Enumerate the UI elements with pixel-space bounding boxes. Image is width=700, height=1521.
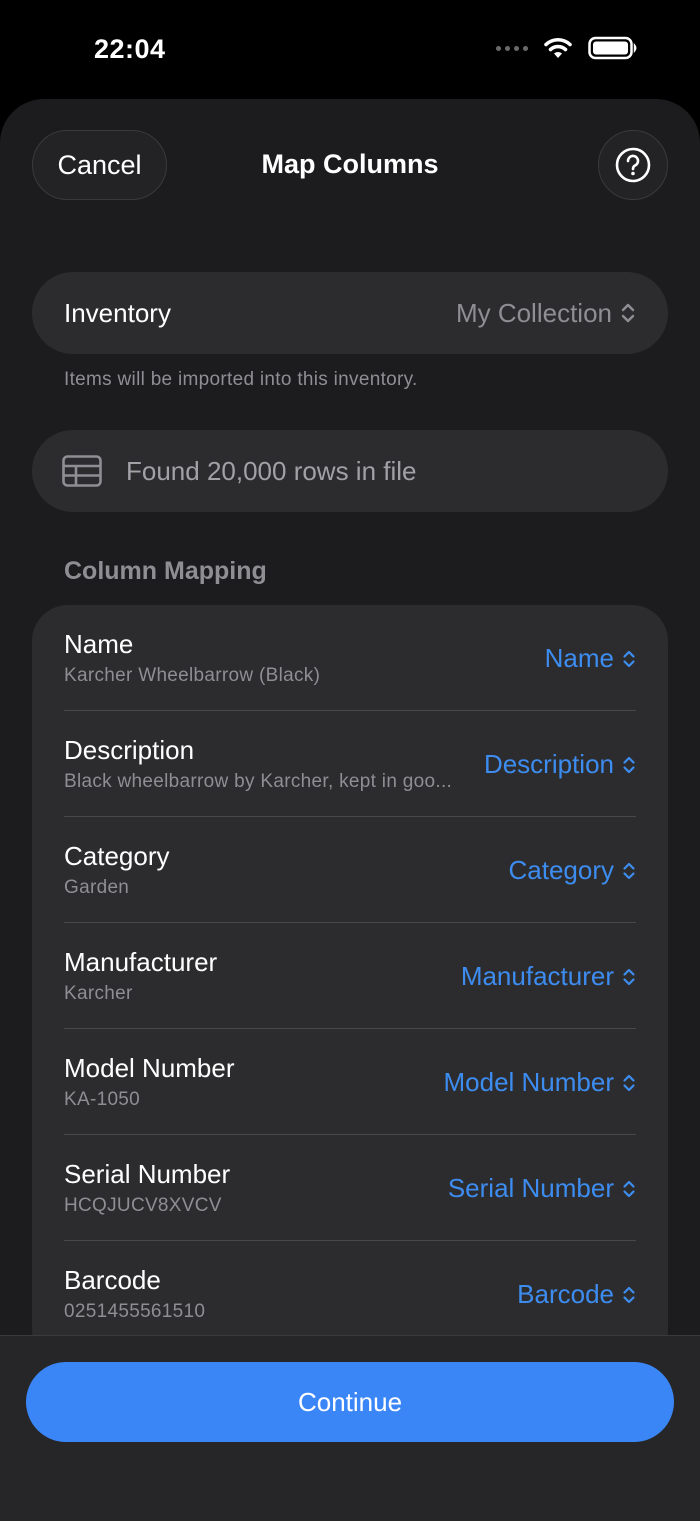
question-circle-icon xyxy=(615,147,651,183)
mapping-row-name[interactable]: Name Karcher Wheelbarrow (Black) Name xyxy=(64,605,636,711)
column-picker-value: Model Number xyxy=(443,1067,614,1097)
page-title: Map Columns xyxy=(261,149,439,179)
field-label: Name xyxy=(64,629,134,659)
mapping-row-category[interactable]: Category Garden Category xyxy=(64,817,636,923)
mapping-row-serial-number[interactable]: Serial Number HCQJUCV8XVCV Serial Number xyxy=(64,1135,636,1241)
inventory-value: My Collection xyxy=(455,297,612,328)
field-label: Description xyxy=(64,735,195,765)
inventory-footer-note: Items will be imported into this invento… xyxy=(64,369,418,390)
field-sample-value: Karcher Wheelbarrow (Black) xyxy=(64,665,321,686)
chevron-up-down-icon xyxy=(623,1074,635,1091)
table-icon xyxy=(62,455,102,487)
column-picker[interactable]: Description xyxy=(484,749,636,780)
field-sample-value: Garden xyxy=(64,877,130,898)
column-picker-value: Name xyxy=(544,643,614,673)
column-picker-value: Barcode xyxy=(517,1279,614,1309)
column-mapping-list: Name Karcher Wheelbarrow (Black) Name De… xyxy=(32,605,668,1365)
mapping-row-model-number[interactable]: Model Number KA-1050 Model Number xyxy=(64,1029,636,1135)
column-picker[interactable]: Manufacturer xyxy=(461,961,636,992)
chevron-up-down-icon xyxy=(623,1286,635,1303)
chevron-up-down-icon xyxy=(623,968,635,985)
field-label: Barcode xyxy=(64,1265,161,1295)
field-label: Category xyxy=(64,841,170,871)
status-time: 22:04 xyxy=(94,34,166,64)
field-sample-value: 0251455561510 xyxy=(64,1301,206,1322)
chevron-up-down-icon xyxy=(623,862,635,879)
mapping-row-manufacturer[interactable]: Manufacturer Karcher Manufacturer xyxy=(64,923,636,1029)
field-label: Manufacturer xyxy=(64,947,218,977)
continue-button[interactable]: Continue xyxy=(26,1362,674,1442)
file-rows-info: Found 20,000 rows in file xyxy=(32,430,668,512)
column-mapping-header: Column Mapping xyxy=(64,557,267,585)
column-picker[interactable]: Serial Number xyxy=(448,1173,636,1204)
chevron-up-down-icon xyxy=(621,303,635,323)
bottom-action-bar: Continue xyxy=(0,1335,700,1521)
field-label: Serial Number xyxy=(64,1159,231,1189)
wifi-icon xyxy=(544,37,572,58)
status-icons xyxy=(496,36,638,60)
inventory-picker-row[interactable]: Inventory My Collection xyxy=(32,272,668,354)
inventory-picker[interactable]: My Collection xyxy=(456,298,636,329)
column-picker[interactable]: Model Number xyxy=(443,1067,636,1098)
field-sample-value: Black wheelbarrow by Karcher, kept in go… xyxy=(64,771,453,792)
column-picker-value: Manufacturer xyxy=(460,961,614,991)
column-picker-value: Serial Number xyxy=(447,1173,614,1203)
map-columns-sheet: Cancel Map Columns Inventory My Collecti… xyxy=(0,99,700,1521)
field-sample-value: HCQJUCV8XVCV xyxy=(64,1195,222,1216)
battery-icon xyxy=(588,36,637,60)
file-rows-text: Found 20,000 rows in file xyxy=(126,455,417,486)
column-picker[interactable]: Name xyxy=(545,643,636,674)
field-sample-value: Karcher xyxy=(64,983,133,1004)
mapping-row-description[interactable]: Description Black wheelbarrow by Karcher… xyxy=(64,711,636,817)
signal-dots-icon xyxy=(496,45,528,51)
mapping-row-barcode[interactable]: Barcode 0251455561510 Barcode xyxy=(64,1241,636,1347)
column-picker[interactable]: Barcode xyxy=(517,1279,636,1310)
field-label: Model Number xyxy=(64,1053,235,1083)
chevron-up-down-icon xyxy=(623,756,635,773)
column-picker[interactable]: Category xyxy=(509,855,637,886)
chevron-up-down-icon xyxy=(623,1180,635,1197)
column-picker-value: Description xyxy=(483,749,614,779)
status-bar: 22:04 xyxy=(0,0,700,100)
column-picker-value: Category xyxy=(508,855,615,885)
field-sample-value: KA-1050 xyxy=(64,1089,141,1110)
chevron-up-down-icon xyxy=(623,650,635,667)
help-button[interactable] xyxy=(598,130,668,200)
inventory-label: Inventory xyxy=(64,297,171,328)
